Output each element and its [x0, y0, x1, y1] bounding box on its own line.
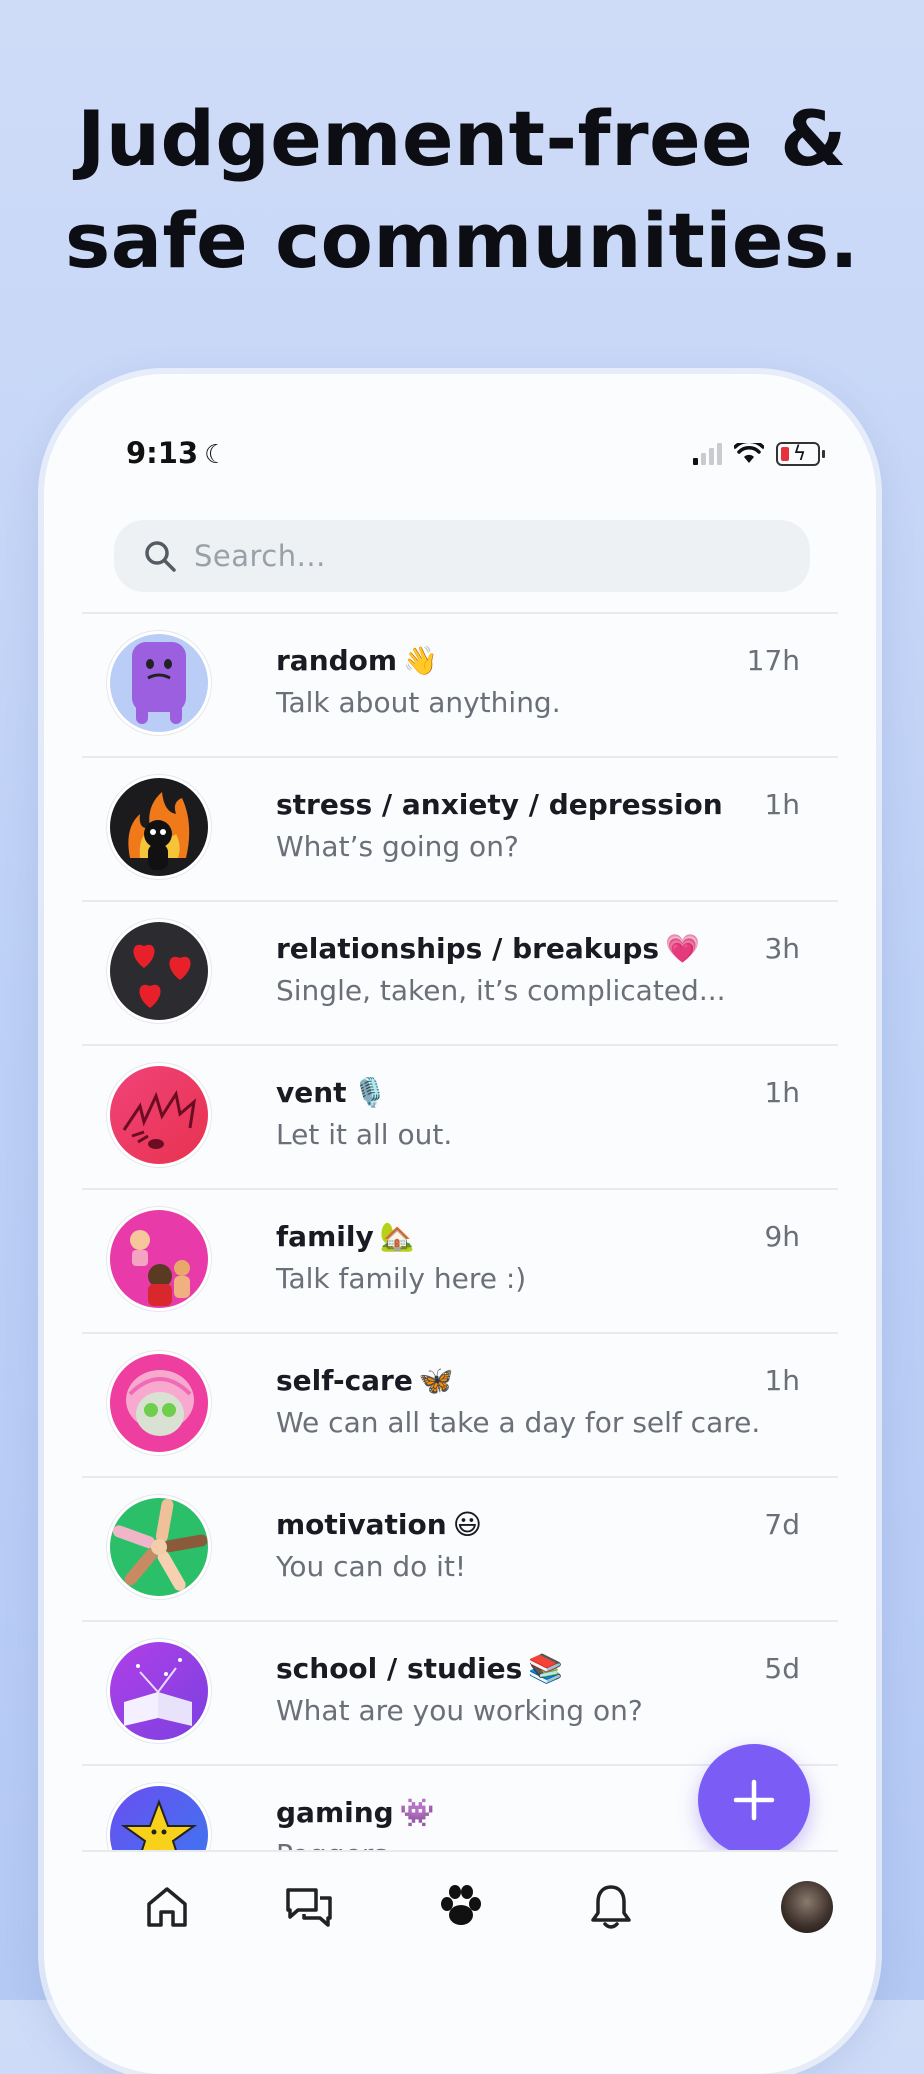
butterfly-emoji: 🦋 — [418, 1364, 454, 1397]
fire-person-icon — [110, 778, 208, 876]
nav-home[interactable] — [140, 1880, 194, 1934]
bell-icon — [591, 1885, 631, 1929]
community-subtitle: Single, taken, it’s complicated... — [276, 974, 726, 1007]
community-subtitle: We can all take a day for self care. — [276, 1406, 761, 1439]
community-time: 1h — [764, 1364, 800, 1397]
headline-line-2: safe communities. — [64, 196, 860, 285]
community-subtitle: Talk about anything. — [276, 686, 561, 719]
community-name: gaming — [276, 1796, 394, 1829]
heart-emoji: 💗 — [665, 932, 700, 965]
community-row-family[interactable]: family 🏡 Talk family here :) 9h — [82, 1188, 838, 1332]
community-time: 1h — [764, 1076, 800, 1109]
phone-frame: 9:13 ☾ ϟ Search... random 👋 Talk about a… — [44, 374, 876, 2074]
battery-icon: ϟ — [776, 441, 825, 466]
status-bar-indicators: ϟ — [693, 441, 825, 466]
alien-monster-emoji: 👾 — [399, 1796, 435, 1829]
community-subtitle: You can do it! — [276, 1550, 467, 1583]
nav-profile[interactable] — [780, 1880, 834, 1934]
hearts-icon — [110, 922, 208, 1020]
community-row-motivation[interactable]: motivation 😃 You can do it! 7d — [82, 1476, 838, 1620]
community-time: 3h — [764, 932, 800, 965]
open-book-icon — [110, 1642, 208, 1740]
community-subtitle: What’s going on? — [276, 830, 519, 863]
community-time: 17h — [746, 644, 800, 677]
nav-notifications[interactable] — [584, 1880, 638, 1934]
community-name: school / studies — [276, 1652, 523, 1685]
community-row-random[interactable]: random 👋 Talk about anything. 17h — [82, 612, 838, 756]
community-name: vent — [276, 1076, 347, 1109]
search-icon — [145, 541, 176, 572]
community-name: random — [276, 644, 398, 677]
headline: Judgement-free & safe communities. — [0, 88, 924, 292]
wifi-icon — [734, 443, 764, 463]
community-time: 5d — [764, 1652, 800, 1685]
community-row-vent[interactable]: vent 🎙️ Let it all out. 1h — [82, 1044, 838, 1188]
search-bar[interactable]: Search... — [114, 520, 810, 592]
smiley-emoji: 😃 — [452, 1508, 482, 1541]
community-row-self-care[interactable]: self-care 🦋 We can all take a day for sel… — [82, 1332, 838, 1476]
nav-communities[interactable] — [434, 1880, 488, 1934]
house-emoji: 🏡 — [379, 1220, 415, 1253]
community-row-relationships[interactable]: relationships / breakups 💗 Single, taken,… — [82, 900, 838, 1044]
headline-line-1: Judgement-free & — [77, 94, 847, 183]
microphone-emoji: 🎙️ — [352, 1076, 388, 1109]
community-name: family — [276, 1220, 374, 1253]
community-subtitle: Talk family here :) — [276, 1262, 527, 1295]
hands-together-icon — [110, 1498, 208, 1596]
chat-icon — [286, 1888, 332, 1927]
profile-avatar — [781, 1881, 833, 1933]
community-time: 9h — [764, 1220, 800, 1253]
nav-chats[interactable] — [282, 1880, 336, 1934]
screaming-face-icon — [110, 1066, 208, 1164]
moon-icon: ☾ — [204, 440, 228, 470]
face-mask-icon — [110, 1354, 208, 1452]
community-time: 7d — [764, 1508, 800, 1541]
community-subtitle: What are you working on? — [276, 1694, 643, 1727]
community-row-stress[interactable]: stress / anxiety / depression What’s goi… — [82, 756, 838, 900]
community-name: stress / anxiety / depression — [276, 788, 723, 821]
bottom-nav — [82, 1850, 838, 1962]
community-row-school[interactable]: school / studies 📚 What are you working o… — [82, 1620, 838, 1764]
community-list: random 👋 Talk about anything. 17h stress … — [82, 612, 838, 1908]
family-icon — [110, 1210, 208, 1308]
paw-icon — [441, 1885, 481, 1925]
community-subtitle: Let it all out. — [276, 1118, 453, 1151]
add-community-button[interactable] — [698, 1744, 810, 1856]
status-bar-time: 9:13 ☾ — [126, 436, 227, 470]
community-time: 1h — [764, 788, 800, 821]
books-emoji: 📚 — [528, 1652, 564, 1685]
cellular-signal-icon — [693, 443, 722, 465]
wave-emoji: 👋 — [403, 644, 438, 677]
search-input[interactable]: Search... — [194, 539, 326, 573]
purple-creature-icon — [110, 634, 208, 732]
community-name: self-care — [276, 1364, 413, 1397]
plus-icon — [733, 1779, 775, 1821]
home-icon — [147, 1887, 187, 1927]
status-time-text: 9:13 — [126, 436, 199, 470]
community-name: motivation — [276, 1508, 447, 1541]
community-name: relationships / breakups — [276, 932, 660, 965]
